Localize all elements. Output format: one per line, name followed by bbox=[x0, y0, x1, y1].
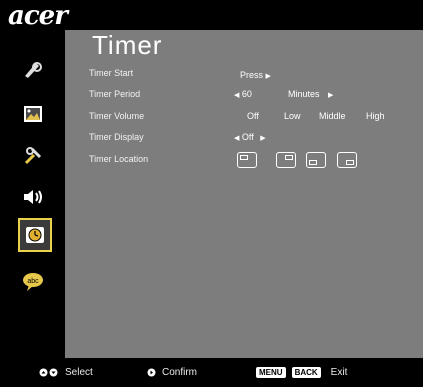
location-top-left-icon[interactable] bbox=[237, 152, 257, 168]
timer-clock-icon bbox=[26, 227, 44, 243]
sidebar-item-settings[interactable] bbox=[16, 139, 50, 173]
footer-bar: Select Confirm MENU BACK Exit bbox=[0, 358, 423, 387]
timer-start-label: Timer Start bbox=[89, 68, 134, 78]
timer-volume-high[interactable]: High bbox=[366, 111, 385, 121]
timer-volume-off[interactable]: Off bbox=[247, 111, 259, 121]
footer-confirm-label: Confirm bbox=[162, 367, 198, 378]
sidebar-item-color[interactable] bbox=[16, 52, 50, 86]
acer-logo: acer bbox=[8, 1, 68, 31]
right-arrow-icon[interactable]: ▶ bbox=[328, 92, 333, 99]
location-bottom-right-icon[interactable] bbox=[337, 152, 357, 168]
timer-location-label: Timer Location bbox=[89, 154, 149, 164]
footer-select: Select bbox=[39, 367, 93, 378]
tools-settings-icon bbox=[24, 147, 42, 165]
sidebar-item-image[interactable] bbox=[16, 97, 50, 131]
image-icon bbox=[24, 106, 42, 122]
timer-period-label: Timer Period bbox=[89, 89, 141, 99]
svg-text:abc: abc bbox=[27, 278, 39, 285]
timer-period-value[interactable]: ◀ 60 bbox=[234, 89, 252, 99]
timer-start-value[interactable]: Press ▶ bbox=[240, 70, 271, 80]
sidebar-item-language[interactable]: abc bbox=[16, 265, 50, 299]
left-arrow-icon[interactable]: ◀ bbox=[234, 92, 239, 99]
sidebar: abc bbox=[0, 30, 63, 358]
left-arrow-icon[interactable]: ◀ bbox=[234, 135, 239, 142]
timer-period-unit-text: Minutes bbox=[288, 89, 320, 99]
footer-confirm: Confirm bbox=[147, 367, 197, 378]
page-title: Timer bbox=[92, 30, 163, 60]
timer-period-unit[interactable]: Minutes ▶ bbox=[288, 89, 333, 99]
timer-volume-low[interactable]: Low bbox=[284, 111, 301, 121]
footer-exit: MENU BACK Exit bbox=[256, 367, 347, 378]
sidebar-item-timer[interactable] bbox=[18, 218, 52, 252]
up-down-arrows-icon bbox=[39, 368, 58, 377]
menu-key-icon: MENU bbox=[256, 367, 286, 378]
sidebar-item-audio[interactable] bbox=[16, 180, 50, 214]
timer-display-text: Off bbox=[241, 132, 254, 142]
timer-start-text: Press bbox=[240, 70, 264, 80]
timer-display-label: Timer Display bbox=[89, 132, 144, 142]
location-bottom-left-icon[interactable] bbox=[306, 152, 326, 168]
timer-display-value[interactable]: ◀ Off ▶ bbox=[234, 132, 266, 142]
back-key-icon: BACK bbox=[291, 367, 321, 378]
location-top-right-icon[interactable] bbox=[276, 152, 296, 168]
timer-volume-middle[interactable]: Middle bbox=[319, 111, 346, 121]
right-arrow-icon[interactable]: ▶ bbox=[260, 135, 265, 142]
color-palette-icon bbox=[25, 62, 42, 78]
right-circle-arrow-icon bbox=[147, 368, 156, 377]
timer-volume-label: Timer Volume bbox=[89, 111, 145, 121]
footer-select-label: Select bbox=[65, 367, 93, 378]
speaker-icon bbox=[24, 190, 42, 204]
right-arrow-icon[interactable]: ▶ bbox=[266, 73, 271, 80]
timer-period-number: 60 bbox=[241, 89, 252, 99]
language-bubble-icon: abc bbox=[23, 273, 43, 291]
footer-exit-label: Exit bbox=[330, 367, 348, 378]
